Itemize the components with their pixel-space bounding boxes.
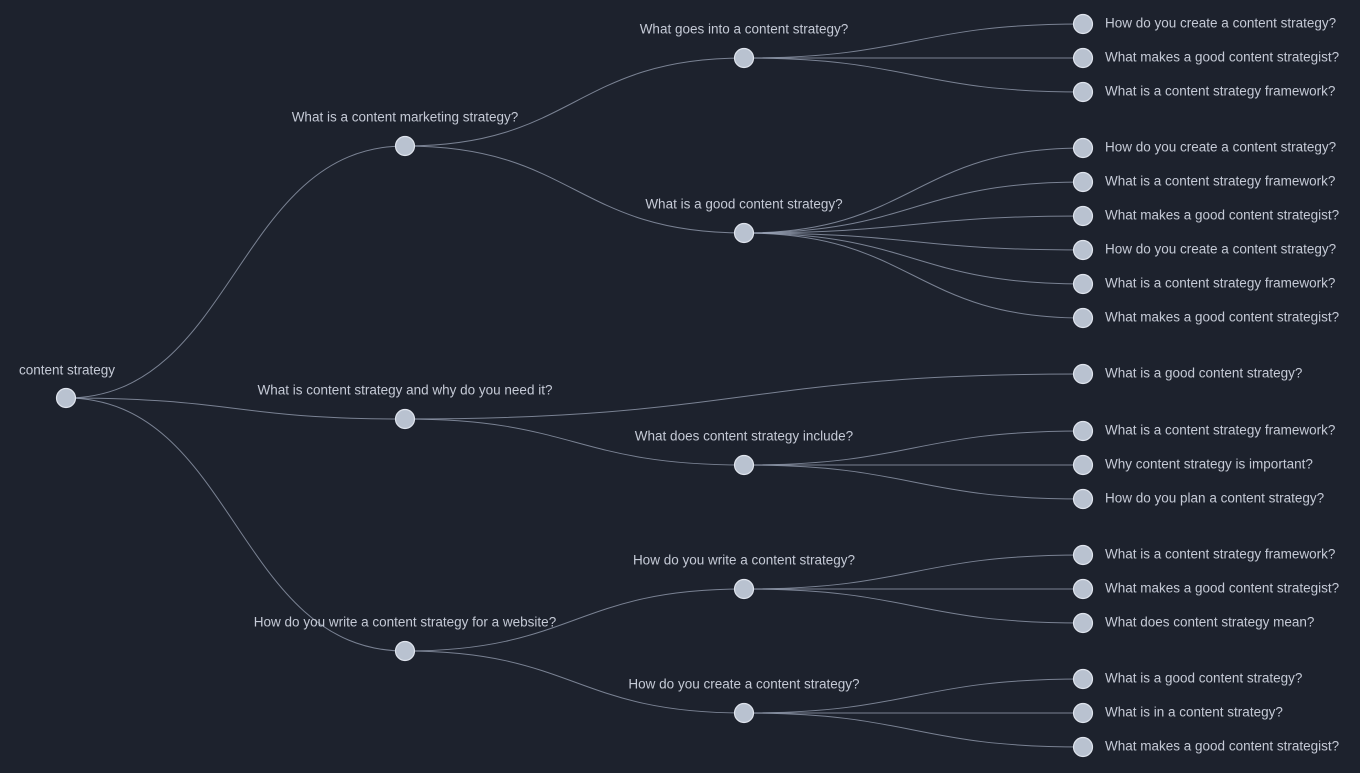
node-label: What is a content strategy framework? xyxy=(1105,423,1335,438)
node-label: What is a content marketing strategy? xyxy=(292,110,519,125)
topic-tree-diagram[interactable]: content strategy What is a content market… xyxy=(0,0,1360,773)
node-circle-icon[interactable] xyxy=(1072,171,1094,193)
node-circle-icon[interactable] xyxy=(1072,137,1094,159)
node-circle-icon[interactable] xyxy=(1072,668,1094,690)
diagram-background xyxy=(0,0,1360,773)
node-label: How do you write a content strategy? xyxy=(633,553,855,568)
node-label: What makes a good content strategist? xyxy=(1105,581,1339,596)
node-circle-icon[interactable] xyxy=(1072,612,1094,634)
node-circle-icon[interactable] xyxy=(394,408,416,430)
node-label: What is a good content strategy? xyxy=(1105,671,1302,686)
node-label: What is a good content strategy? xyxy=(1105,366,1302,381)
node-label: How do you write a content strategy for … xyxy=(254,615,556,630)
node-circle-icon[interactable] xyxy=(733,47,755,69)
node-circle-icon[interactable] xyxy=(1072,578,1094,600)
node-circle-icon[interactable] xyxy=(1072,736,1094,758)
node-label: How do you create a content strategy? xyxy=(1105,242,1336,257)
node-label: content strategy xyxy=(19,363,115,378)
node-circle-icon[interactable] xyxy=(1072,363,1094,385)
node-circle-icon[interactable] xyxy=(1072,47,1094,69)
node-circle-icon[interactable] xyxy=(733,702,755,724)
node-label: What makes a good content strategist? xyxy=(1105,310,1339,325)
node-circle-icon[interactable] xyxy=(733,222,755,244)
node-circle-icon[interactable] xyxy=(1072,205,1094,227)
node-label: What makes a good content strategist? xyxy=(1105,208,1339,223)
node-circle-icon[interactable] xyxy=(1072,307,1094,329)
node-label: What does content strategy mean? xyxy=(1105,615,1314,630)
node-circle-icon[interactable] xyxy=(1072,239,1094,261)
node-circle-icon[interactable] xyxy=(1072,454,1094,476)
node-label: What goes into a content strategy? xyxy=(640,22,849,37)
node-label: How do you create a content strategy? xyxy=(628,677,859,692)
node-circle-icon[interactable] xyxy=(1072,81,1094,103)
node-label: What makes a good content strategist? xyxy=(1105,739,1339,754)
node-circle-icon[interactable] xyxy=(733,454,755,476)
node-circle-icon[interactable] xyxy=(733,578,755,600)
node-label: Why content strategy is important? xyxy=(1105,457,1313,472)
node-label: What is a content strategy framework? xyxy=(1105,276,1335,291)
node-circle-icon[interactable] xyxy=(1072,544,1094,566)
node-label: What is a content strategy framework? xyxy=(1105,84,1335,99)
node-circle-icon[interactable] xyxy=(55,387,77,409)
node-label: What does content strategy include? xyxy=(635,429,853,444)
node-circle-icon[interactable] xyxy=(1072,273,1094,295)
node-circle-icon[interactable] xyxy=(1072,702,1094,724)
node-label: What is in a content strategy? xyxy=(1105,705,1283,720)
node-circle-icon[interactable] xyxy=(1072,488,1094,510)
node-circle-icon[interactable] xyxy=(1072,420,1094,442)
node-circle-icon[interactable] xyxy=(394,135,416,157)
node-label: How do you create a content strategy? xyxy=(1105,140,1336,155)
node-label: What makes a good content strategist? xyxy=(1105,50,1339,65)
node-label: What is a good content strategy? xyxy=(645,197,842,212)
node-circle-icon[interactable] xyxy=(394,640,416,662)
node-label: How do you plan a content strategy? xyxy=(1105,491,1324,506)
node-label: How do you create a content strategy? xyxy=(1105,16,1336,31)
node-label: What is content strategy and why do you … xyxy=(258,383,553,398)
node-circle-icon[interactable] xyxy=(1072,13,1094,35)
node-label: What is a content strategy framework? xyxy=(1105,174,1335,189)
node-label: What is a content strategy framework? xyxy=(1105,547,1335,562)
